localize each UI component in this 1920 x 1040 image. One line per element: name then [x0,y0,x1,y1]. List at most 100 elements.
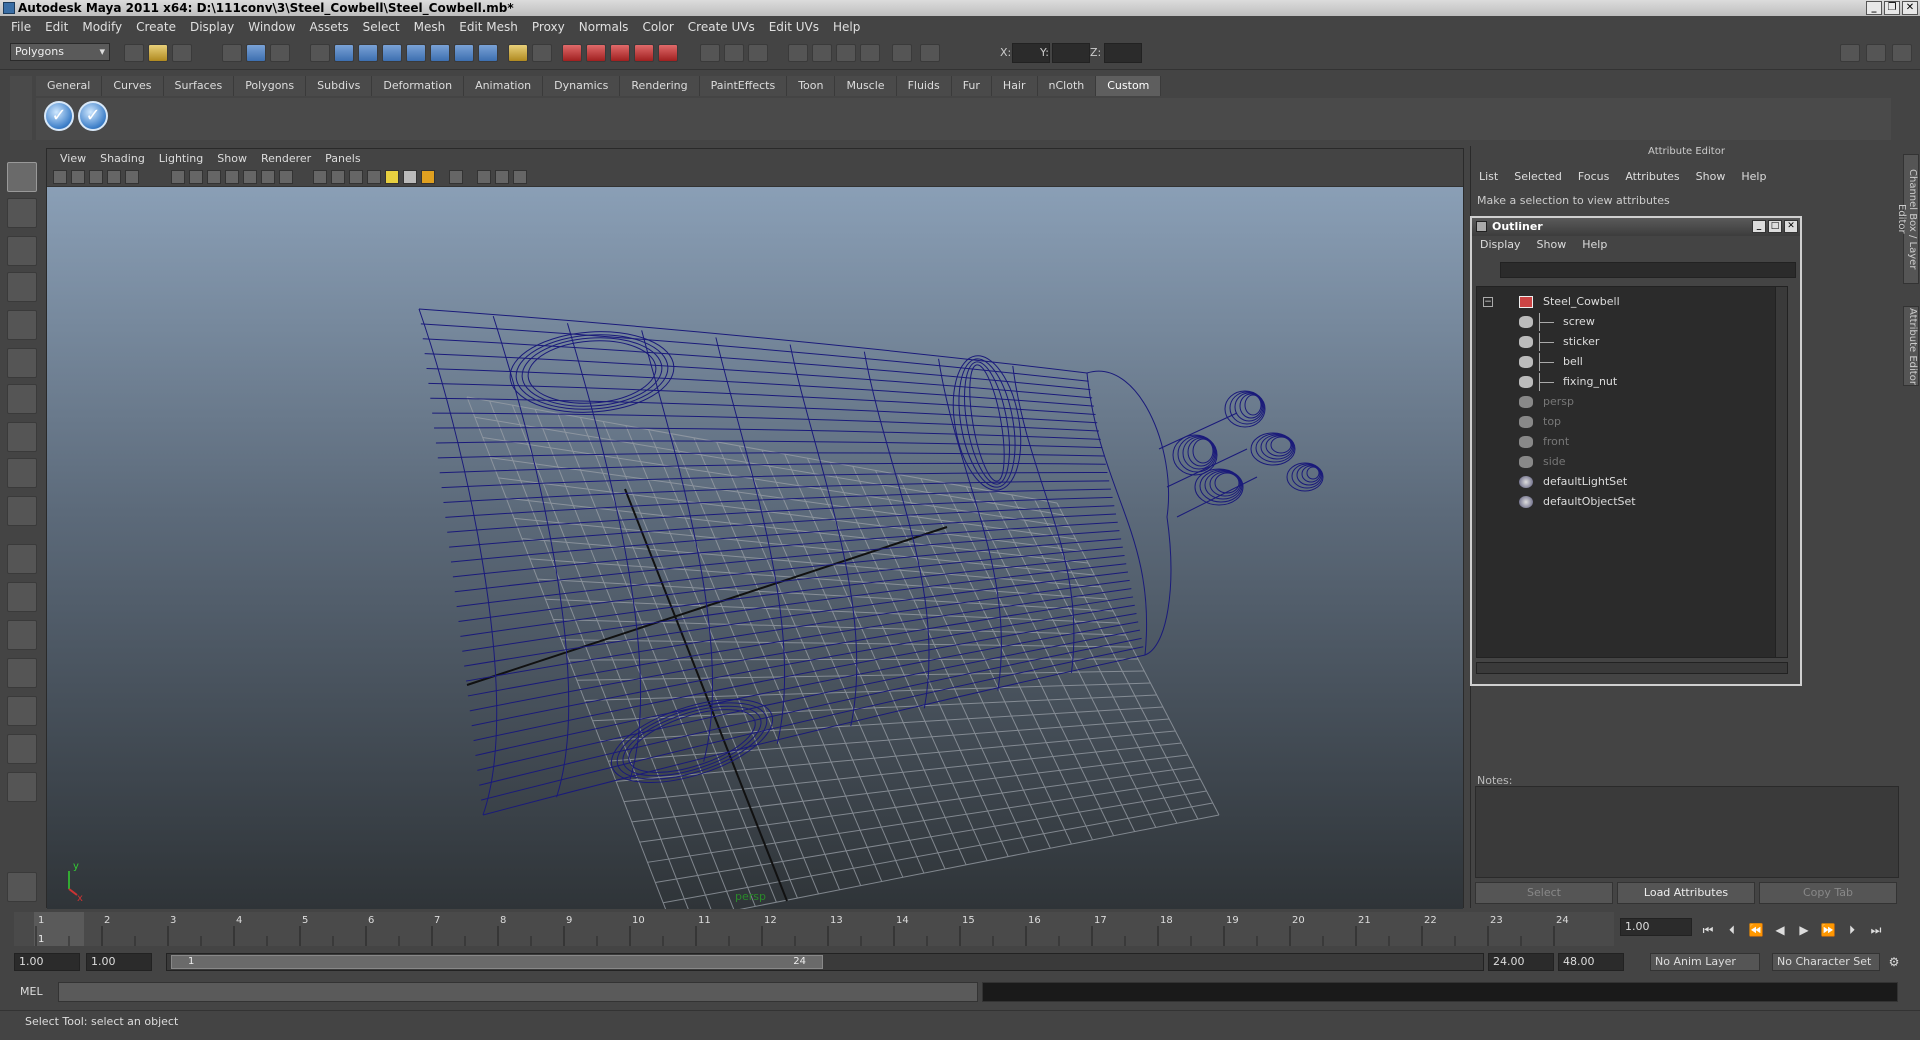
range-slider[interactable]: 1 24 [166,953,1484,971]
outliner-horizontal-scrollbar[interactable] [1476,662,1788,674]
minimize-button[interactable]: _ [1866,1,1882,15]
help-query-icon[interactable] [478,44,498,62]
snap-view-plane-icon[interactable] [382,44,402,62]
selection-mask-icon[interactable] [748,44,768,62]
outliner-item[interactable]: defaultLightSet [1477,473,1767,491]
all-lights-icon[interactable] [403,170,417,184]
ae-menu-attributes[interactable]: Attributes [1617,170,1687,183]
select-hierarchy-icon[interactable] [222,44,242,62]
outliner-menu-display[interactable]: Display [1472,238,1529,251]
playback-end-field[interactable]: 24.00 [1488,953,1554,971]
hypershade-icon[interactable] [634,44,654,62]
absolute-transform-icon[interactable] [892,44,912,62]
ae-menu-list[interactable]: List [1471,170,1506,183]
shadows-icon[interactable] [421,170,435,184]
outliner-item[interactable]: fixing_nut [1477,373,1767,391]
lock-icon[interactable] [508,44,528,62]
y-field[interactable] [1052,43,1090,63]
single-perspective-layout-icon[interactable] [7,544,37,574]
animation-end-field[interactable]: 48.00 [1558,953,1624,971]
isolate-select-icon[interactable] [449,170,463,184]
universal-manipulator-icon[interactable] [7,384,37,414]
menu-modify[interactable]: Modify [75,20,129,34]
shelf-tab-muscle[interactable]: Muscle [835,76,897,96]
collapse-toggle-icon[interactable]: − [1483,297,1493,307]
rename-icon[interactable] [724,44,744,62]
outliner-item[interactable]: top [1477,413,1767,431]
select-component-icon[interactable] [270,44,290,62]
input-output-icon[interactable] [532,44,552,62]
shelf-tab-polygons[interactable]: Polygons [234,76,307,96]
outliner-item[interactable]: bell [1477,353,1767,371]
persp-graph-layout-icon[interactable] [7,658,37,688]
hypershade-layout-icon[interactable] [7,696,37,726]
outliner-menu-help[interactable]: Help [1574,238,1615,251]
select-camera-icon[interactable] [53,170,67,184]
go-to-end-icon[interactable]: ⏭ [1866,922,1886,938]
persp-graph-hypergraph-layout-icon[interactable] [7,734,37,764]
play-backwards-icon[interactable]: ◀ [1770,922,1790,938]
menu-select[interactable]: Select [356,20,407,34]
move-tool-icon[interactable] [7,272,37,302]
outliner-item[interactable]: defaultObjectSet [1477,493,1767,511]
four-view-layout-icon[interactable] [7,582,37,612]
wireframe-on-shaded-icon[interactable] [349,170,363,184]
check-icon[interactable]: ✓ [44,101,74,131]
image-plane-icon[interactable] [107,170,121,184]
construction-history-icon[interactable] [454,44,474,62]
textured-icon[interactable] [367,170,381,184]
outliner-item[interactable]: persp [1477,393,1767,411]
snap-grid-icon[interactable] [310,44,330,62]
shelf-tab-animation[interactable]: Animation [464,76,544,96]
step-back-key-icon[interactable]: ⏪ [1746,922,1766,938]
grid-toggle-icon[interactable] [812,44,832,62]
play-forwards-icon[interactable]: ▶ [1794,922,1814,938]
safe-title-icon[interactable] [279,170,293,184]
step-forward-key-icon[interactable]: ⏩ [1818,922,1838,938]
animation-preferences-icon[interactable]: ⚙ [1884,954,1904,970]
menu-normals[interactable]: Normals [572,20,636,34]
select-tool-icon[interactable] [7,162,37,192]
z-field[interactable] [1104,43,1142,63]
safe-action-icon[interactable] [261,170,275,184]
render-view-icon[interactable] [658,44,678,62]
character-set-dropdown[interactable]: No Character Set [1772,953,1880,971]
viewport-menu-show[interactable]: Show [210,152,254,165]
notes-field[interactable] [1475,786,1899,878]
grid-icon[interactable] [171,170,185,184]
snap-curve-icon[interactable] [334,44,354,62]
last-tool-icon[interactable] [7,496,37,526]
menu-edit-mesh[interactable]: Edit Mesh [452,20,525,34]
shelf-tab-surfaces[interactable]: Surfaces [163,76,235,96]
render-settings-icon[interactable] [610,44,630,62]
load-attributes-button[interactable]: Load Attributes [1617,882,1755,904]
xray-components-icon[interactable] [513,170,527,184]
viewport-menu-view[interactable]: View [53,152,93,165]
outliner-maximize-button[interactable]: □ [1768,220,1782,233]
show-channel-box-icon[interactable] [1866,44,1886,62]
bookmarks-icon[interactable] [89,170,103,184]
outliner-filter-field[interactable] [1500,262,1796,278]
lasso-tool-icon[interactable] [7,198,37,228]
close-button[interactable]: ✕ [1902,1,1918,15]
shelf-tab-painteffects[interactable]: PaintEffects [699,76,788,96]
range-slider-thumb[interactable]: 1 24 [171,955,823,969]
menu-window[interactable]: Window [241,20,302,34]
ae-menu-selected[interactable]: Selected [1506,170,1570,183]
ae-menu-focus[interactable]: Focus [1570,170,1617,183]
attribute-editor-tab[interactable]: Attribute Editor [1903,306,1919,386]
outliner-item[interactable]: Steel_Cowbell − [1477,293,1767,311]
grease-pencil-icon[interactable] [125,170,139,184]
outliner-menu-show[interactable]: Show [1529,238,1575,251]
animation-start-field[interactable]: 1.00 [14,953,80,971]
go-to-start-icon[interactable]: ⏮ [1698,922,1718,938]
xray-icon[interactable] [477,170,491,184]
shelf-tab-deformation[interactable]: Deformation [372,76,465,96]
playback-start-field[interactable]: 1.00 [86,953,152,971]
outliner-close-button[interactable]: ✕ [1784,220,1798,233]
camera-tools-icon[interactable] [788,44,808,62]
outliner-item[interactable]: screw [1477,313,1767,331]
input-line-icon[interactable] [700,44,720,62]
xray-joints-icon[interactable] [495,170,509,184]
smooth-shade-icon[interactable] [331,170,345,184]
